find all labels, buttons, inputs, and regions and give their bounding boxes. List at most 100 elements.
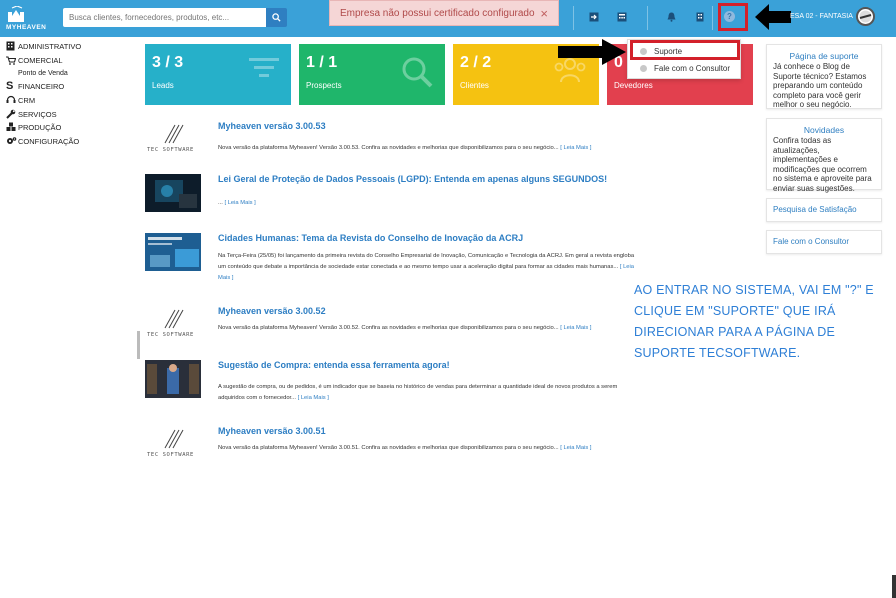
sidebar-item-producao[interactable]: PRODUÇÃO [6,121,61,133]
sidebar-item-label: COMERCIAL [18,55,63,65]
search-input[interactable] [63,8,266,27]
blog-body: Já conhece o Blog de Suporte técnico? Es… [773,62,867,109]
news-item: Lei Geral de Proteção de Dados Pessoais … [145,174,635,214]
myheaven-logo[interactable]: MYHEAVEN [6,6,56,32]
sidebar-scrollbar[interactable] [137,331,140,359]
warehouse-photo [145,360,201,398]
news-box[interactable]: Novidades Confira todas as atualizações,… [766,118,882,193]
read-more-link[interactable]: [ Leia Mais ] [224,200,255,206]
news-title[interactable]: Sugestão de Compra: entenda essa ferrame… [218,360,450,370]
building-icon [696,12,704,22]
toolbar-divider [647,6,648,30]
consultant-box[interactable]: Fale com o Consultor [766,230,882,254]
magnifier-icon [402,57,433,88]
sidebar-item-label: PRODUÇÃO [18,122,62,132]
certificate-toast: Empresa não possui certificado configura… [329,0,559,26]
calculator-button[interactable] [616,11,628,23]
blog-support-box[interactable]: Página de suporte Já conhece o Blog de S… [766,44,882,109]
funnel-icon [249,58,279,77]
instruction-annotation: AO ENTRAR NO SISTEMA, VAI EM "?" E CLIQU… [634,283,874,360]
search-button[interactable] [266,8,287,27]
sidebar: ADMINISTRATIVO COMERCIAL Ponto de Venda … [0,37,138,598]
suporte-highlight-box [630,40,740,60]
news-desc: Nova versão da plataforma Myheaven! Vers… [218,143,638,154]
notifications-button[interactable] [665,11,677,23]
tec-logo-mark-icon [164,429,184,449]
sidebar-item-label: SERVIÇOS [18,109,57,119]
help-button[interactable]: ? [724,11,735,22]
toolbar-divider [573,6,574,30]
logo-mark-icon [8,6,24,22]
search-box [63,8,287,27]
card-label: Clientes [460,81,489,90]
survey-link[interactable]: Pesquisa de Satisfação [767,199,881,220]
news-item: Cidades Humanas: Tema da Revista do Cons… [145,233,635,293]
login-button[interactable] [588,11,600,23]
dropdown-item-label: Fale com o Consultor [654,63,731,73]
read-more-link[interactable]: [ Leia Mais ] [560,445,591,451]
company-name: ESA 02 - FANTASIA [790,13,853,20]
news-desc: Na Terça-Feira (25/05) foi lançamento da… [218,251,638,284]
user-icon [640,64,647,72]
news-desc-text: Nova versão da plataforma Myheaven! Vers… [218,145,559,151]
read-more-link[interactable]: [ Leia Mais ] [560,325,591,331]
calculator-icon [617,12,627,22]
tec-logo-mark-icon [164,124,184,144]
consultant-link[interactable]: Fale com o Consultor [767,231,881,252]
sidebar-item-comercial[interactable]: COMERCIAL [6,54,63,66]
news-title[interactable]: Myheaven versão 3.00.52 [218,306,326,316]
user-avatar[interactable] [856,7,875,26]
news-title[interactable]: Lei Geral de Proteção de Dados Pessoais … [218,174,607,184]
blog-title: Página de suporte [789,51,859,61]
logo-text: MYHEAVEN [6,24,47,31]
card-prospects[interactable]: 1 / 1 Prospects [299,44,445,105]
page-scrollbar[interactable] [892,575,896,598]
sidebar-item-configuracao[interactable]: CONFIGURAÇÃO [6,135,79,147]
news-title[interactable]: Myheaven versão 3.00.53 [218,121,326,131]
headset-icon [6,95,18,105]
tec-software-logo: TEC SOFTWARE [145,306,201,344]
cart-icon [6,55,18,65]
sidebar-item-financeiro[interactable]: S FINANCEIRO [6,80,64,92]
sidebar-item-ponto-de-venda[interactable]: Ponto de Venda [6,67,68,79]
card-label: Devedores [614,81,653,90]
news-desc-text: Nova versão da plataforma Myheaven! Vers… [218,445,559,451]
card-leads[interactable]: 3 / 3 Leads [145,44,291,105]
news-desc-text: Na Terça-Feira (25/05) foi lançamento da… [218,253,635,270]
toast-close-button[interactable]: × [540,6,548,21]
search-icon [272,13,281,22]
news-item: Sugestão de Compra: entenda essa ferrame… [145,360,635,405]
toolbar-divider [712,6,713,30]
tec-software-logo: TEC SOFTWARE [145,426,201,464]
sidebar-item-crm[interactable]: CRM [6,94,35,106]
news-item: TEC SOFTWARE Myheaven versão 3.00.51 Nov… [145,426,635,466]
news-title[interactable]: Cidades Humanas: Tema da Revista do Cons… [218,233,523,243]
sidebar-item-administrativo[interactable]: ADMINISTRATIVO [6,40,81,52]
tec-logo-text: TEC SOFTWARE [147,147,194,153]
news-box-title: Novidades [803,125,845,135]
tec-logo-text: TEC SOFTWARE [147,452,194,458]
cubes-icon [6,122,18,132]
survey-box[interactable]: Pesquisa de Satisfação [766,198,882,222]
wrench-icon [6,109,18,119]
dropdown-item-consultor[interactable]: Fale com o Consultor [628,60,740,76]
top-bar: MYHEAVEN Empresa não possui certificado … [0,0,896,37]
news-item: TEC SOFTWARE Myheaven versão 3.00.53 Nov… [145,121,635,161]
news-desc: Nova versão da plataforma Myheaven! Vers… [218,443,638,454]
read-more-link[interactable]: [ Leia Mais ] [560,145,591,151]
news-title[interactable]: Myheaven versão 3.00.51 [218,426,326,436]
news-item: TEC SOFTWARE Myheaven versão 3.00.52 Nov… [145,306,635,346]
avatar-icon [859,10,872,23]
read-more-link[interactable]: [ Leia Mais ] [298,395,329,401]
arrow-right-icon [558,39,626,65]
company-button[interactable] [694,11,706,23]
bell-icon [667,12,675,22]
tec-logo-text: TEC SOFTWARE [147,332,194,338]
sidebar-item-servicos[interactable]: SERVIÇOS [6,108,57,120]
sign-in-icon [589,12,599,22]
lgpd-photo [145,174,201,212]
sidebar-item-label: CRM [18,95,36,105]
gears-icon [6,136,18,146]
news-desc: ... [ Leia Mais ] [218,198,638,209]
building-icon [6,41,18,51]
